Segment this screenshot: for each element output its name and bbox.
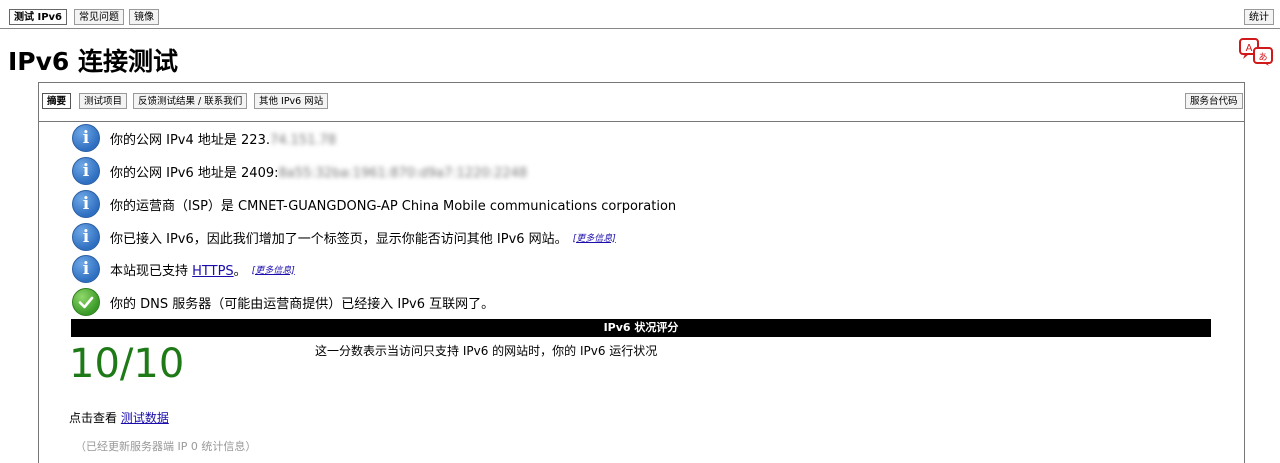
more-info-link[interactable]: [更多信息] <box>573 231 616 244</box>
https-link[interactable]: HTTPS <box>192 264 234 279</box>
tab-test-ipv6[interactable]: 测试 IPv6 <box>9 9 68 25</box>
more-info-link[interactable]: [更多信息] <box>252 263 295 276</box>
tab-feedback[interactable]: 反馈测试结果 / 联系我们 <box>133 93 248 109</box>
tab-summary[interactable]: 摘要 <box>42 93 72 109</box>
tab-faq[interactable]: 常见问题 <box>74 9 124 25</box>
ipv4-text: 你的公网 IPv4 地址是 223.74.151.78 <box>110 132 337 148</box>
ipv6-text: 你的公网 IPv6 地址是 2409:8a55:32ba:1961:870:d9… <box>110 165 528 181</box>
svg-text:A: A <box>1246 43 1253 54</box>
info-icon: i <box>72 124 100 152</box>
https-row: i 本站现已支持 HTTPS。 [更多信息] <box>72 253 295 285</box>
info-icon: i <box>72 223 100 251</box>
isp-row: i 你的运营商（ISP）是 CMNET-GUANGDONG-AP China M… <box>72 188 676 220</box>
ipv6-tab-text: 你已接入 IPv6，因此我们增加了一个标签页，显示你能否访问其他 IPv6 网站… <box>110 231 568 247</box>
footnote-text: （已经更新服务器端 IP 0 统计信息） <box>75 440 257 453</box>
ipv4-blurred: 74.151.78 <box>269 132 337 148</box>
content-panel: 摘要 测试项目 反馈测试结果 / 联系我们 其他 IPv6 网站 服务台代码 i… <box>38 82 1245 463</box>
info-icon: i <box>72 255 100 283</box>
dns-row: 你的 DNS 服务器（可能由运营商提供）已经接入 IPv6 互联网了。 <box>72 286 494 318</box>
ipv6-blurred: 8a55:32ba:1961:870:d9a7:1220:2248 <box>278 165 528 181</box>
page-title: IPv6 连接测试 <box>8 47 179 76</box>
svg-text:あ: あ <box>1258 52 1267 63</box>
ipv4-row: i 你的公网 IPv4 地址是 223.74.151.78 <box>72 122 336 154</box>
tab-test-items[interactable]: 测试项目 <box>79 93 128 109</box>
test-data-link[interactable]: 测试数据 <box>121 411 169 425</box>
ipv6-tab-row: i 你已接入 IPv6，因此我们增加了一个标签页，显示你能否访问其他 IPv6 … <box>72 221 616 253</box>
tab-mirror[interactable]: 镜像 <box>129 9 159 25</box>
tab-other-ipv6-sites[interactable]: 其他 IPv6 网站 <box>254 93 329 109</box>
info-icon: i <box>72 190 100 218</box>
ipv6-row: i 你的公网 IPv6 地址是 2409:8a55:32ba:1961:870:… <box>72 155 527 187</box>
info-icon: i <box>72 157 100 185</box>
tab-helpdesk-code[interactable]: 服务台代码 <box>1185 93 1243 109</box>
tab-stats[interactable]: 统计 <box>1244 9 1274 25</box>
score-description: 这一分数表示当访问只支持 IPv6 的网站时，你的 IPv6 运行状况 <box>315 344 658 358</box>
translate-icon[interactable]: A あ <box>1238 38 1274 66</box>
dns-text: 你的 DNS 服务器（可能由运营商提供）已经接入 IPv6 互联网了。 <box>110 296 495 312</box>
score-value: 10/10 <box>69 341 185 387</box>
top-tab-bar: 测试 IPv6 常见问题 镜像 统计 <box>0 0 1280 29</box>
score-header: IPv6 状况评分 <box>71 319 1211 337</box>
sub-tab-bar: 摘要 测试项目 反馈测试结果 / 联系我们 其他 IPv6 网站 服务台代码 <box>39 83 1244 122</box>
isp-text: 你的运营商（ISP）是 CMNET-GUANGDONG-AP China Mob… <box>110 198 677 214</box>
check-icon <box>72 288 100 316</box>
https-text: 本站现已支持 HTTPS。 <box>110 263 247 279</box>
view-data-line: 点击查看 测试数据 <box>69 411 169 425</box>
